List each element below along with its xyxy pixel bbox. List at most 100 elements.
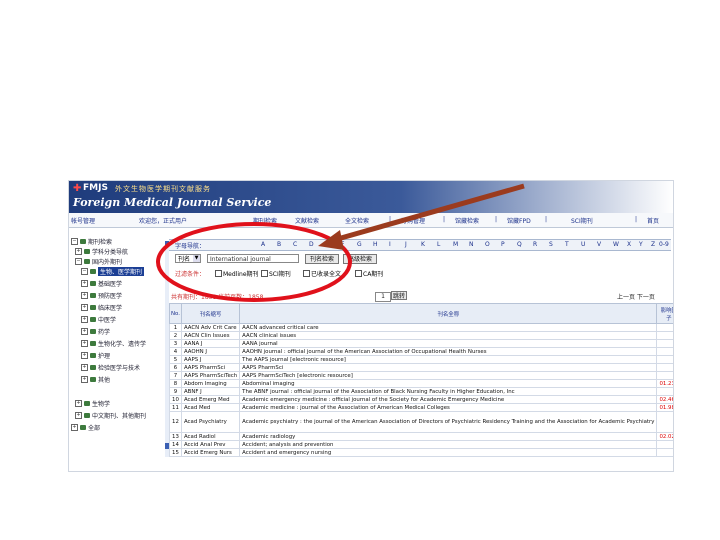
pager-links[interactable]: 上一页 下一页 xyxy=(617,292,655,301)
search-button[interactable]: 刊名检索 xyxy=(305,254,339,264)
alpha-letter[interactable]: 0-9 xyxy=(659,241,669,248)
tree-item[interactable]: + 中文期刊、其他期刊 xyxy=(75,411,146,420)
checkbox[interactable] xyxy=(303,270,310,277)
journal-abbr-link[interactable]: AACN Adv Crit Care xyxy=(180,323,241,332)
journal-abbr-link[interactable]: Accid Emerg Nurs xyxy=(180,448,241,457)
filter-option[interactable]: CA期刊 xyxy=(355,269,383,278)
tree-item-selected[interactable]: − 生物、医学期刊 xyxy=(81,267,145,276)
checkbox[interactable] xyxy=(355,270,362,277)
table-row[interactable]: 13Acad RadiolAcademic radiology02.021 xyxy=(169,432,673,441)
tree-item[interactable]: + 药学 xyxy=(81,327,110,336)
table-row[interactable]: 3 AANA J AANA journal xyxy=(169,339,673,348)
alpha-letter[interactable]: I xyxy=(389,241,391,248)
collapse-icon[interactable]: − xyxy=(71,238,78,245)
nav-link-home[interactable]: 首页 xyxy=(647,216,659,225)
table-row[interactable]: 15 Accid Emerg Nurs Accident and emergency… xyxy=(169,448,673,457)
alpha-letter[interactable]: D xyxy=(309,241,314,248)
tree-item[interactable]: + 护理 xyxy=(81,351,110,360)
nav-link-holdings-fpd[interactable]: 馆藏FPD xyxy=(507,216,531,225)
journal-abbr-link[interactable]: ABNF J xyxy=(180,387,241,396)
alpha-letter[interactable]: K xyxy=(421,241,425,248)
alpha-letter[interactable]: B xyxy=(277,241,281,248)
journal-abbr-link[interactable]: AANA J xyxy=(180,339,241,348)
column-header-abbr[interactable]: 刊名缩写 xyxy=(180,303,241,324)
table-row[interactable]: 2 AACN Clin Issues AACN clinical issues xyxy=(169,331,673,340)
alpha-letter[interactable]: C xyxy=(293,241,297,248)
alpha-letter[interactable]: Q xyxy=(517,241,522,248)
expand-icon[interactable]: + xyxy=(71,424,78,431)
alpha-letter[interactable]: F xyxy=(341,241,344,248)
page-number-input[interactable]: 1 xyxy=(375,292,391,302)
journal-abbr-link[interactable]: AACN Clin Issues xyxy=(180,331,241,340)
alpha-letter[interactable]: Y xyxy=(639,241,643,248)
chevron-down-icon[interactable]: ▼ xyxy=(193,255,200,262)
alpha-letter[interactable]: L xyxy=(437,241,440,248)
alpha-letter[interactable]: U xyxy=(581,241,585,248)
go-page-button[interactable]: 跳转 xyxy=(391,291,407,300)
expand-icon[interactable]: + xyxy=(81,352,88,359)
advanced-search-button[interactable]: 高级检索 xyxy=(343,254,377,264)
alpha-letter[interactable]: M xyxy=(453,241,458,248)
table-row[interactable]: 12 Acad Psychiatry Academic psychiatry : t… xyxy=(169,411,673,433)
tree-item[interactable]: + 全部 xyxy=(71,423,100,432)
journal-abbr-link[interactable]: Acad Psychiatry xyxy=(180,411,241,433)
alpha-letter[interactable]: G xyxy=(357,241,362,248)
expand-icon[interactable]: + xyxy=(81,280,88,287)
alpha-letter[interactable]: Z xyxy=(651,241,655,248)
tree-item[interactable]: − 国内外期刊 xyxy=(75,257,122,266)
checkbox[interactable] xyxy=(261,270,268,277)
alpha-letter[interactable]: A xyxy=(261,241,265,248)
alpha-letter[interactable]: X xyxy=(627,241,631,248)
alpha-letter[interactable]: O xyxy=(485,241,490,248)
table-row[interactable]: 11 Acad Med Academic medicine : journal of… xyxy=(169,403,673,412)
collapse-icon[interactable]: − xyxy=(81,268,88,275)
table-row[interactable]: 14 Accid Anal Prev Accident; analysis and … xyxy=(169,440,673,449)
journal-abbr-link[interactable]: AAPS J xyxy=(180,355,241,364)
column-header-fullname[interactable]: 刊名全称 xyxy=(239,303,658,324)
journal-abbr-link[interactable]: AAPS PharmSci xyxy=(180,363,241,372)
table-row[interactable]: 7 AAPS PharmSciTech AAPS PharmSciTech [ele… xyxy=(169,371,673,380)
tree-item[interactable]: − 期刊检索 xyxy=(71,237,112,246)
checkbox[interactable] xyxy=(215,270,222,277)
tree-item[interactable]: + 临床医学 xyxy=(81,303,122,312)
filter-option[interactable]: 已收录全文 xyxy=(303,269,341,278)
column-header-impact[interactable]: 影响因子 xyxy=(656,303,673,324)
filter-option[interactable]: Medline期刊 xyxy=(215,269,259,278)
tree-item[interactable]: + 检验医学与技术 xyxy=(81,363,140,372)
tree-item[interactable]: + 中医学 xyxy=(81,315,116,324)
expand-icon[interactable]: + xyxy=(81,364,88,371)
expand-icon[interactable]: + xyxy=(81,292,88,299)
alpha-letter[interactable]: P xyxy=(501,241,505,248)
table-row[interactable]: 4 AAOHN J AAOHN journal : official journal… xyxy=(169,347,673,356)
table-row[interactable]: 9 ABNF J The ABNF journal : official journ… xyxy=(169,387,673,396)
nav-link-sci-journals[interactable]: SCI期刊 xyxy=(571,216,593,225)
tree-item[interactable]: + 生物学 xyxy=(75,399,110,408)
expand-icon[interactable]: + xyxy=(81,328,88,335)
tree-item[interactable]: + 预防医学 xyxy=(81,291,122,300)
alpha-letter[interactable]: R xyxy=(533,241,537,248)
expand-icon[interactable]: + xyxy=(81,316,88,323)
collapse-icon[interactable]: − xyxy=(75,258,82,265)
expand-icon[interactable]: + xyxy=(75,412,82,419)
expand-icon[interactable]: + xyxy=(75,400,82,407)
expand-icon[interactable]: + xyxy=(81,340,88,347)
tree-item[interactable]: + 生物化学、遗传学 xyxy=(81,339,146,348)
tree-item[interactable]: + 学科分类导航 xyxy=(75,247,128,256)
nav-link-journal-search[interactable]: 期刊检索 xyxy=(253,216,277,225)
alpha-letter[interactable]: N xyxy=(469,241,474,248)
alpha-letter[interactable]: T xyxy=(565,241,569,248)
table-row[interactable]: 1 AACN Adv Crit Care AACN advanced critica… xyxy=(169,323,673,332)
alpha-letter[interactable]: W xyxy=(613,241,619,248)
filter-option[interactable]: SCI期刊 xyxy=(261,269,291,278)
table-row[interactable]: 8Abdom ImagingAbdominal imaging01.235 xyxy=(169,379,673,388)
expand-icon[interactable]: + xyxy=(75,248,82,255)
alpha-letter[interactable]: S xyxy=(549,241,553,248)
journal-abbr-link[interactable]: Accid Anal Prev xyxy=(180,440,241,449)
journal-abbr-link[interactable]: AAPS PharmSciTech xyxy=(180,371,241,380)
tree-item[interactable]: + 基础医学 xyxy=(81,279,122,288)
alpha-letter[interactable]: H xyxy=(373,241,378,248)
nav-link-order-management[interactable]: 订购管理 xyxy=(401,216,425,225)
search-input[interactable]: International journal xyxy=(207,254,299,263)
journal-abbr-link[interactable]: Acad Med xyxy=(180,403,241,412)
expand-icon[interactable]: + xyxy=(81,376,88,383)
